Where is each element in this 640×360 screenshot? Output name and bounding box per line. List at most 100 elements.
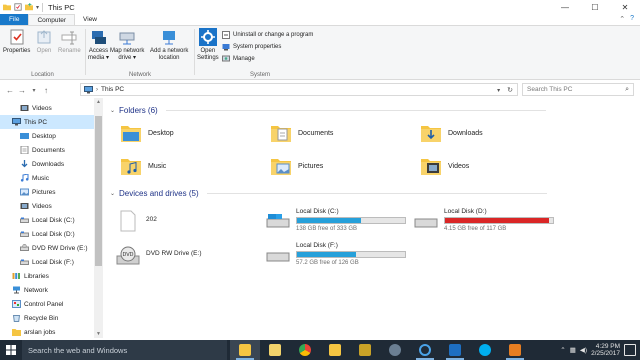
media-player-icon: [359, 344, 371, 356]
nav-item[interactable]: Desktop: [0, 129, 94, 143]
folder-item[interactable]: Desktop: [120, 123, 174, 143]
network-group: Access media ▾ Map network drive ▾ Add a…: [86, 26, 194, 80]
cortana-icon: [419, 344, 431, 356]
devices-header: Devices and drives (5): [119, 189, 199, 198]
address-bar[interactable]: › This PC ▾ ↻: [80, 83, 518, 96]
properties-label: Properties: [3, 48, 31, 54]
taskbar-search[interactable]: Search the web and Windows: [22, 340, 227, 360]
up-button[interactable]: ↑: [40, 86, 52, 95]
tab-computer[interactable]: Computer: [28, 14, 76, 25]
folder-item[interactable]: Downloads: [420, 123, 483, 143]
nav-item[interactable]: Downloads: [0, 157, 94, 171]
chrome-icon: [299, 344, 311, 356]
nav-item[interactable]: Documents: [0, 143, 94, 157]
folder-item[interactable]: Videos: [420, 156, 469, 176]
skype-taskbar-button[interactable]: [470, 340, 500, 360]
rename-button[interactable]: Rename: [58, 28, 81, 55]
drive-icon: [20, 230, 29, 238]
open-settings-button[interactable]: Open Settings: [197, 28, 219, 62]
folder-item[interactable]: Pictures: [270, 156, 323, 176]
nav-item[interactable]: Music: [0, 171, 94, 185]
nav-item[interactable]: Local Disk (F:): [0, 255, 94, 269]
recycle-bin-icon: [12, 314, 21, 322]
tab-file[interactable]: File: [0, 14, 29, 25]
folder-item[interactable]: Music: [120, 156, 166, 176]
folders-section-header[interactable]: ⌄ Folders (6): [110, 106, 546, 115]
address-dropdown-icon[interactable]: ▾: [497, 88, 500, 94]
scroll-thumb[interactable]: [95, 116, 102, 266]
refresh-icon[interactable]: ↻: [507, 87, 513, 94]
media-player-taskbar-button[interactable]: [350, 340, 380, 360]
access-media-button[interactable]: Access media ▾: [88, 28, 109, 62]
file-explorer-taskbar-button[interactable]: [230, 340, 260, 360]
clock[interactable]: 4:29 PM 2/25/2017: [591, 343, 620, 358]
maximize-button[interactable]: ☐: [580, 0, 610, 14]
nav-item-label: Control Panel: [24, 300, 64, 308]
map-network-drive-button[interactable]: Map network drive ▾: [110, 28, 144, 62]
help-icon[interactable]: ?: [630, 15, 634, 23]
open-button[interactable]: Open: [35, 28, 53, 55]
minimize-button[interactable]: —: [550, 0, 580, 14]
recorder-icon: [389, 344, 401, 356]
new-folder-icon[interactable]: [25, 3, 33, 11]
tab-view[interactable]: View: [75, 14, 105, 25]
network-tray-icon[interactable]: ▦: [570, 346, 576, 354]
videos-icon: [20, 104, 29, 112]
add-network-location-button[interactable]: Add a network location: [150, 28, 188, 62]
folders-header: Folders (6): [119, 106, 158, 115]
nav-item[interactable]: Local Disk (C:): [0, 213, 94, 227]
drive-usage-fill: [445, 218, 549, 223]
clock-time: 4:29 PM: [595, 342, 620, 350]
recorder-taskbar-button[interactable]: [380, 340, 410, 360]
nav-item-label: arslan jobs: [24, 328, 56, 336]
nav-item[interactable]: DVD RW Drive (E:): [0, 241, 94, 255]
nav-item[interactable]: Pictures: [0, 185, 94, 199]
notes-taskbar-button[interactable]: [260, 340, 290, 360]
folder-label: Downloads: [448, 129, 483, 137]
documents-folder-icon: [271, 126, 291, 142]
cortana-taskbar-button[interactable]: [410, 340, 440, 360]
devices-section-header[interactable]: ⌄ Devices and drives (5): [110, 189, 547, 198]
qat-dropdown-icon[interactable]: ▾: [36, 4, 39, 11]
properties-icon[interactable]: [14, 3, 22, 11]
scroll-down-icon[interactable]: ▼: [94, 331, 103, 337]
folder-item[interactable]: Documents: [270, 123, 333, 143]
nav-item[interactable]: arslan jobs: [0, 325, 94, 338]
scroll-up-icon[interactable]: ▲: [94, 99, 103, 105]
recent-locations-dropdown[interactable]: ▾: [28, 87, 40, 94]
nav-item[interactable]: Recycle Bin: [0, 311, 94, 325]
drive-name: Local Disk (F:): [296, 242, 338, 249]
forward-button[interactable]: →: [16, 86, 28, 95]
nav-item[interactable]: Local Disk (D:): [0, 227, 94, 241]
folder-taskbar-button[interactable]: [320, 340, 350, 360]
nav-scrollbar[interactable]: ▲ ▼: [94, 98, 103, 338]
manage-icon: [222, 55, 230, 62]
app-icon: [509, 344, 521, 356]
screen-capture-taskbar-button[interactable]: [440, 340, 470, 360]
drive-usage-bar: [296, 217, 406, 224]
tray-overflow-icon[interactable]: ⌃: [560, 346, 565, 354]
chrome-taskbar-button[interactable]: [290, 340, 320, 360]
app-taskbar-button[interactable]: [500, 340, 530, 360]
nav-item[interactable]: Videos: [0, 199, 94, 213]
search-input[interactable]: Search This PC ⌕: [522, 83, 634, 96]
nav-item[interactable]: Control Panel: [0, 297, 94, 311]
nav-item[interactable]: Network: [0, 283, 94, 297]
notification-center-icon[interactable]: [624, 344, 636, 356]
uninstall-program-button[interactable]: Uninstall or change a program: [222, 31, 313, 39]
manage-button[interactable]: Manage: [222, 55, 255, 63]
back-button[interactable]: ←: [4, 86, 16, 95]
close-button[interactable]: ✕: [610, 0, 640, 14]
nav-item[interactable]: This PC: [0, 115, 94, 129]
ribbon-collapse-icon[interactable]: ⌃: [619, 15, 625, 23]
nav-item[interactable]: Videos: [0, 101, 94, 115]
system-properties-button[interactable]: System properties: [222, 43, 281, 51]
open-label: Open: [36, 48, 52, 54]
nav-item[interactable]: Libraries: [0, 269, 94, 283]
volume-icon[interactable]: ◀): [580, 346, 587, 354]
music-folder-icon: [121, 159, 141, 175]
folder-icon[interactable]: [3, 3, 11, 11]
properties-button[interactable]: Properties: [3, 28, 30, 55]
drive-name: Local Disk (D:): [444, 208, 487, 215]
start-button[interactable]: [0, 340, 22, 360]
